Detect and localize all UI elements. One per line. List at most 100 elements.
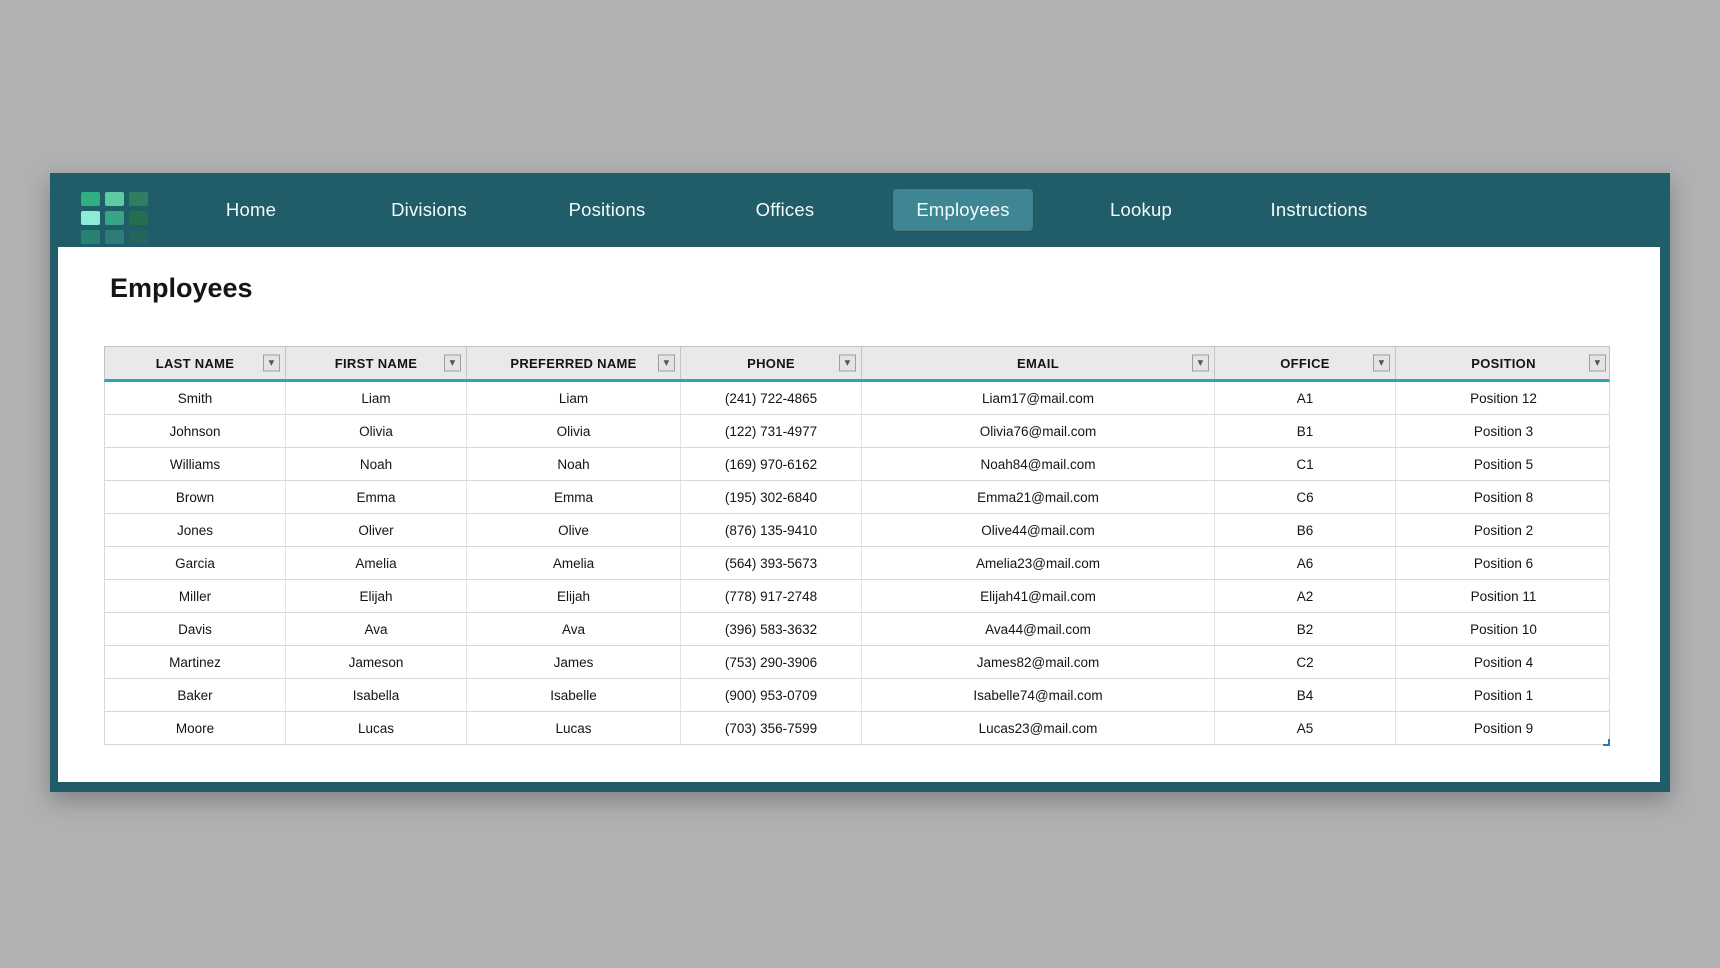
table-cell[interactable]: C6 xyxy=(1215,481,1396,513)
table-cell[interactable]: C1 xyxy=(1215,448,1396,480)
table-cell[interactable]: Noah xyxy=(467,448,681,480)
table-cell[interactable]: Olivia xyxy=(467,415,681,447)
table-cell[interactable]: Isabelle74@mail.com xyxy=(862,679,1215,711)
table-cell[interactable]: (703) 356-7599 xyxy=(681,712,862,744)
table-cell[interactable]: (195) 302-6840 xyxy=(681,481,862,513)
nav-item-employees[interactable]: Employees xyxy=(874,173,1052,247)
table-cell[interactable]: James82@mail.com xyxy=(862,646,1215,678)
table-cell[interactable]: Lucas23@mail.com xyxy=(862,712,1215,744)
table-cell[interactable]: B4 xyxy=(1215,679,1396,711)
table-cell[interactable]: (778) 917-2748 xyxy=(681,580,862,612)
table-cell[interactable]: (241) 722-4865 xyxy=(681,382,862,414)
table-cell[interactable]: (122) 731-4977 xyxy=(681,415,862,447)
filter-dropdown-button[interactable]: ▾ xyxy=(444,355,461,372)
table-cell[interactable]: Emma xyxy=(286,481,467,513)
column-header-position: POSITION▾ xyxy=(1396,347,1611,379)
table-cell[interactable]: Smith xyxy=(105,382,286,414)
table-cell[interactable]: (169) 970-6162 xyxy=(681,448,862,480)
table-cell[interactable]: (900) 953-0709 xyxy=(681,679,862,711)
table-cell[interactable]: Amelia23@mail.com xyxy=(862,547,1215,579)
filter-dropdown-button[interactable]: ▾ xyxy=(658,355,675,372)
table-cell[interactable]: Oliver xyxy=(286,514,467,546)
filter-dropdown-button[interactable]: ▾ xyxy=(839,355,856,372)
table-cell[interactable]: Emma xyxy=(467,481,681,513)
table-cell[interactable]: Lucas xyxy=(286,712,467,744)
table-cell[interactable]: (564) 393-5673 xyxy=(681,547,862,579)
table-cell[interactable]: Noah xyxy=(286,448,467,480)
table-cell[interactable]: A2 xyxy=(1215,580,1396,612)
table-cell[interactable]: Olive xyxy=(467,514,681,546)
table-cell[interactable]: (876) 135-9410 xyxy=(681,514,862,546)
table-row: MartinezJamesonJames(753) 290-3906James8… xyxy=(105,646,1609,679)
table-cell[interactable]: (753) 290-3906 xyxy=(681,646,862,678)
table-cell[interactable]: Garcia xyxy=(105,547,286,579)
table-cell[interactable]: Ava xyxy=(286,613,467,645)
table-cell[interactable]: (396) 583-3632 xyxy=(681,613,862,645)
nav-item-home[interactable]: Home xyxy=(162,173,340,247)
table-cell[interactable]: Lucas xyxy=(467,712,681,744)
table-cell[interactable]: Isabella xyxy=(286,679,467,711)
table-cell[interactable]: C2 xyxy=(1215,646,1396,678)
table-cell[interactable]: A5 xyxy=(1215,712,1396,744)
table-cell[interactable]: Olive44@mail.com xyxy=(862,514,1215,546)
table-cell[interactable]: Amelia xyxy=(286,547,467,579)
table-cell[interactable]: Jones xyxy=(105,514,286,546)
filter-dropdown-button[interactable]: ▾ xyxy=(1373,355,1390,372)
table-cell[interactable]: Position 2 xyxy=(1396,514,1611,546)
table-cell[interactable]: Position 11 xyxy=(1396,580,1611,612)
nav-item-positions[interactable]: Positions xyxy=(518,173,696,247)
table-cell[interactable]: Ava xyxy=(467,613,681,645)
table-cell[interactable]: Johnson xyxy=(105,415,286,447)
logo-tile xyxy=(105,230,124,244)
table-cell[interactable]: Amelia xyxy=(467,547,681,579)
table-cell[interactable]: Williams xyxy=(105,448,286,480)
filter-dropdown-button[interactable]: ▾ xyxy=(263,355,280,372)
table-cell[interactable]: Brown xyxy=(105,481,286,513)
table-row: MillerElijahElijah(778) 917-2748Elijah41… xyxy=(105,580,1609,613)
table-cell[interactable]: A6 xyxy=(1215,547,1396,579)
table-cell[interactable]: Moore xyxy=(105,712,286,744)
table-cell[interactable]: Ava44@mail.com xyxy=(862,613,1215,645)
table-cell[interactable]: Position 9 xyxy=(1396,712,1611,744)
table-cell[interactable]: Olivia76@mail.com xyxy=(862,415,1215,447)
table-cell[interactable]: Noah84@mail.com xyxy=(862,448,1215,480)
filter-dropdown-button[interactable]: ▾ xyxy=(1589,355,1606,372)
table-cell[interactable]: Liam xyxy=(286,382,467,414)
table-cell[interactable]: Position 12 xyxy=(1396,382,1611,414)
table-cell[interactable]: Position 3 xyxy=(1396,415,1611,447)
nav-item-lookup[interactable]: Lookup xyxy=(1052,173,1230,247)
table-cell[interactable]: Baker xyxy=(105,679,286,711)
filter-dropdown-button[interactable]: ▾ xyxy=(1192,355,1209,372)
table-cell[interactable]: Davis xyxy=(105,613,286,645)
table-cell[interactable]: B1 xyxy=(1215,415,1396,447)
table-cell[interactable]: B2 xyxy=(1215,613,1396,645)
table-cell[interactable]: Position 1 xyxy=(1396,679,1611,711)
table-cell[interactable]: Position 10 xyxy=(1396,613,1611,645)
table-cell[interactable]: Elijah xyxy=(286,580,467,612)
nav-item-label: Lookup xyxy=(1088,190,1194,230)
table-cell[interactable]: Elijah xyxy=(467,580,681,612)
table-cell[interactable]: Position 6 xyxy=(1396,547,1611,579)
table-cell[interactable]: Isabelle xyxy=(467,679,681,711)
table-cell[interactable]: Liam xyxy=(467,382,681,414)
table-cell[interactable]: Jameson xyxy=(286,646,467,678)
table-cell[interactable]: Olivia xyxy=(286,415,467,447)
table-cell[interactable]: Miller xyxy=(105,580,286,612)
nav-item-offices[interactable]: Offices xyxy=(696,173,874,247)
table-cell[interactable]: A1 xyxy=(1215,382,1396,414)
nav-item-label: Offices xyxy=(734,190,837,230)
table-cell[interactable]: James xyxy=(467,646,681,678)
table-cell[interactable]: B6 xyxy=(1215,514,1396,546)
table-resize-handle[interactable] xyxy=(1603,739,1610,746)
table-cell[interactable]: Elijah41@mail.com xyxy=(862,580,1215,612)
nav-item-divisions[interactable]: Divisions xyxy=(340,173,518,247)
table-cell[interactable]: Martinez xyxy=(105,646,286,678)
caret-down-icon: ▾ xyxy=(664,358,669,368)
table-cell[interactable]: Liam17@mail.com xyxy=(862,382,1215,414)
column-header-label: EMAIL xyxy=(1017,356,1059,371)
table-cell[interactable]: Emma21@mail.com xyxy=(862,481,1215,513)
table-cell[interactable]: Position 5 xyxy=(1396,448,1611,480)
table-cell[interactable]: Position 8 xyxy=(1396,481,1611,513)
nav-item-instructions[interactable]: Instructions xyxy=(1230,173,1408,247)
table-cell[interactable]: Position 4 xyxy=(1396,646,1611,678)
